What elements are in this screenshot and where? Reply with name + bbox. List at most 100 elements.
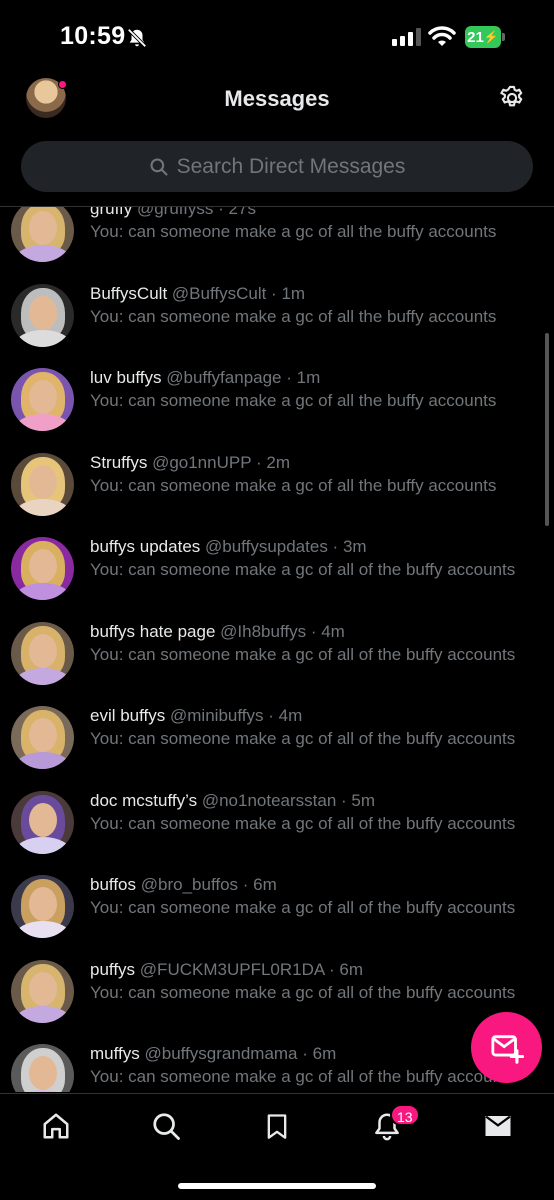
display-name: buffys hate page [90,621,216,641]
timestamp: 1m [281,283,306,303]
nav-bookmarks[interactable] [257,1108,297,1144]
message-preview: You: can someone make a gc of all of the… [90,560,516,579]
conversation-header: Struffys @go1nnUPP · 2m [90,452,290,472]
timestamp: 27s [228,207,256,218]
display-name: Struffys [90,452,148,472]
message-preview: You: can someone make a gc of all of the… [90,1067,516,1086]
avatar[interactable] [11,207,74,262]
username: @bro_buffos [140,875,239,894]
username: @buffysupdates [205,537,328,556]
gear-icon[interactable] [498,84,526,112]
status-bar: 10:59 21 ⚡ [0,0,554,72]
display-name: doc mcstuffy’s [90,790,198,810]
display-name: evil buffys [90,706,166,725]
search-icon [153,1113,180,1140]
nav-messages[interactable] [478,1108,518,1144]
battery-icon: 21 ⚡ [465,26,505,48]
avatar[interactable] [11,706,74,769]
username: @minibuffys [170,706,264,725]
display-name: luv buffys [90,368,162,387]
conversation-header: BuffysCult @BuffysCult · 1m [90,283,306,303]
timestamp: 5m [351,790,376,810]
avatar[interactable] [11,1044,74,1092]
conversation-row[interactable]: gruffy @gruffyss · 27s You: can someone m… [0,207,554,284]
conversation-row[interactable]: Struffys @go1nnUPP · 2m You: can someone … [0,452,554,538]
page-title: Messages [224,86,330,111]
conversation-row[interactable]: doc mcstuffy’s @no1notearsstan · 5m You: … [0,790,554,876]
avatar[interactable] [11,283,74,347]
timestamp: 4m [278,706,303,725]
timestamp: 1m [296,368,321,387]
conversation-row[interactable]: evil buffys @minibuffys · 4m You: can som… [0,706,554,791]
scrollbar[interactable] [545,333,549,526]
new-message-icon [490,1034,524,1064]
search-placeholder: Search Direct Messages [176,154,406,178]
conversation-header: luv buffys @buffyfanpage · 1m [90,368,321,387]
conversation-header: doc mcstuffy’s @no1notearsstan · 5m [90,790,376,810]
username: @go1nnUPP [152,452,252,472]
nav-home[interactable] [36,1108,76,1144]
message-preview: You: can someone make a gc of all of the… [90,898,516,917]
home-indicator[interactable] [178,1183,376,1189]
conversation-header: buffys hate page @Ih8buffys · 4m [90,621,345,641]
avatar[interactable] [11,875,74,938]
battery-level: 21 [467,28,484,46]
display-name: gruffy [90,207,133,218]
conversation-header: evil buffys @minibuffys · 4m [90,706,303,725]
conversation-row[interactable]: buffys hate page @Ih8buffys · 4m You: can… [0,621,554,707]
conversation-row[interactable]: puffys @FUCKM3UPFL0R1DA · 6m You: can som… [0,959,554,1045]
timestamp: 2m [266,452,290,472]
conversation-header: puffys @FUCKM3UPFL0R1DA · 6m [90,959,363,979]
message-preview: You: can someone make a gc of all the bu… [90,475,497,495]
timestamp: 3m [342,537,367,556]
wifi-icon [428,26,456,46]
header: Messages [0,72,554,126]
messages-icon [485,1115,511,1136]
timestamp: 4m [321,621,345,641]
conversation-header: buffos @bro_buffos · 6m [90,875,277,894]
display-name: muffys [90,1044,140,1063]
message-preview: You: can someone make a gc of all the bu… [90,391,497,410]
conversation-row[interactable]: BuffysCult @BuffysCult · 1m You: can some… [0,283,554,369]
avatar[interactable] [11,959,74,1023]
bell-off-icon [127,28,147,48]
display-name: buffys updates [90,537,201,556]
message-preview: You: can someone make a gc of all of the… [90,813,516,833]
timestamp: 6m [253,875,277,894]
username: @buffyfanpage [166,368,282,387]
avatar[interactable] [11,621,74,685]
username: @BuffysCult [171,283,267,303]
message-preview: You: can someone make a gc of all of the… [90,644,516,664]
username: @gruffyss [136,207,214,218]
conversation-row[interactable]: luv buffys @buffyfanpage · 1m You: can so… [0,368,554,453]
conversation-row[interactable]: buffos @bro_buffos · 6m You: can someone … [0,875,554,960]
display-name: BuffysCult [90,283,168,303]
message-preview: You: can someone make a gc of all of the… [90,982,516,1002]
search-icon [150,157,168,176]
avatar[interactable] [11,452,74,516]
display-name: buffos [90,875,137,894]
cellular-signal-icon [392,28,421,46]
conversation-header: buffys updates @buffysupdates · 3m [90,537,367,556]
conversation-row[interactable]: buffys updates @buffysupdates · 3m You: c… [0,537,554,622]
search-input[interactable]: Search Direct Messages [21,141,533,192]
nav-search[interactable] [146,1108,186,1144]
new-message-button[interactable] [471,1012,542,1083]
timestamp: 6m [312,1044,337,1063]
message-preview: You: can someone make a gc of all of the… [90,729,516,748]
username: @no1notearsstan [201,790,337,810]
conversation-list[interactable]: gruffy @gruffyss · 27s You: can someone m… [0,207,554,1092]
display-name: puffys [90,959,136,979]
username: @FUCKM3UPFL0R1DA [139,959,325,979]
username: @Ih8buffys [220,621,307,641]
username: @buffysgrandmama [144,1044,298,1063]
conversation-header: muffys @buffysgrandmama · 6m [90,1044,337,1063]
message-preview: You: can someone make a gc of all the bu… [90,306,497,326]
avatar[interactable] [11,790,74,854]
timestamp: 6m [339,959,363,979]
home-icon [43,1113,69,1139]
avatar[interactable] [11,537,74,600]
message-preview: You: can someone make a gc of all the bu… [90,222,497,241]
notifications-badge: 13 [390,1104,420,1126]
avatar[interactable] [11,368,74,431]
